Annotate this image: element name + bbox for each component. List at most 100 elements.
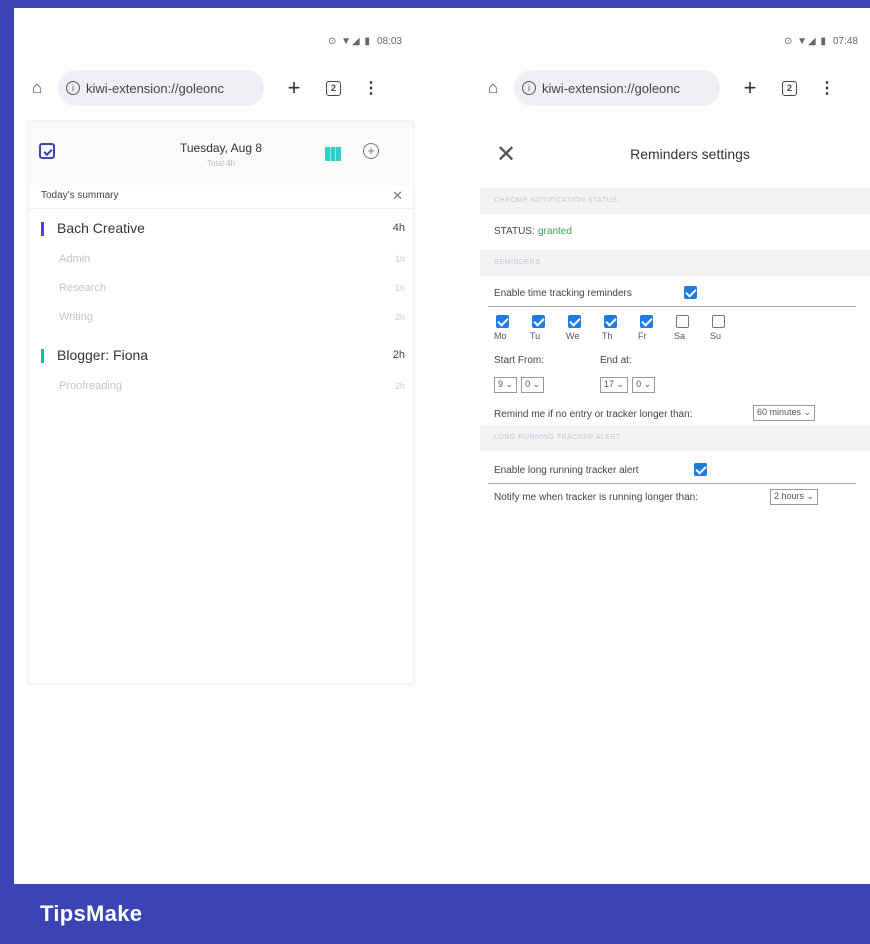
task-row[interactable]: Proofreading 2h xyxy=(29,372,413,401)
status-row: STATUS: granted xyxy=(480,214,870,250)
project-row[interactable]: Blogger: Fiona 2h xyxy=(29,342,413,372)
day-checkbox[interactable] xyxy=(640,315,653,328)
close-icon[interactable]: ✕ xyxy=(392,188,403,204)
enable-reminders-row: Enable time tracking reminders xyxy=(480,276,870,306)
section-title: Reminders xyxy=(494,259,541,266)
notify-label: Notify me when tracker is running longer… xyxy=(494,492,698,503)
total-time: Total 4h xyxy=(206,159,236,168)
current-date[interactable]: Tuesday, Aug 8 xyxy=(29,141,413,155)
tab-switcher-button[interactable]: 2 xyxy=(782,80,797,96)
day-label: Fr xyxy=(638,331,647,341)
task-row[interactable]: Admin 1h xyxy=(29,245,413,274)
info-icon[interactable]: i xyxy=(66,81,80,95)
select-value: 60 minutes xyxy=(757,407,802,417)
notify-row: Notify me when tracker is running longer… xyxy=(480,484,870,510)
section-header-long-running: Long running tracker alert xyxy=(480,425,870,451)
day-label: We xyxy=(566,331,580,341)
end-hour-select[interactable]: 17 ⌄ xyxy=(600,377,629,393)
section-title: Chrome notification status xyxy=(494,197,618,204)
day-label: Mo xyxy=(494,331,507,341)
select-value: 0 xyxy=(636,379,642,389)
project-color-bar xyxy=(41,349,44,363)
project-name: Blogger: Fiona xyxy=(57,347,149,363)
status-bar: ⊙ ▼◢ ▮ 07:48 xyxy=(784,36,858,47)
status-time: 08:03 xyxy=(376,36,402,47)
project-name: Bach Creative xyxy=(57,220,145,236)
day-we[interactable]: We xyxy=(566,315,602,341)
day-fr[interactable]: Fr xyxy=(638,315,674,341)
end-minute-select[interactable]: 0 ⌄ xyxy=(632,377,656,393)
weekday-row: Mo Tu We Th Fr Sa Su xyxy=(480,307,870,349)
status-icons: ⊙ ▼◢ ▮ xyxy=(327,36,371,47)
enable-alert-checkbox[interactable] xyxy=(694,463,707,476)
task-hours: 2h xyxy=(394,312,405,322)
home-icon[interactable]: ⌂ xyxy=(24,78,50,98)
new-tab-button[interactable]: + xyxy=(284,75,304,101)
start-hour-select[interactable]: 9 ⌄ xyxy=(494,377,518,393)
select-value: 0 xyxy=(525,379,531,389)
tab-switcher-button[interactable]: 2 xyxy=(326,80,341,96)
address-bar[interactable]: i kiwi-extension://goleonc xyxy=(58,70,264,106)
day-sa[interactable]: Sa xyxy=(674,315,710,341)
day-checkbox[interactable] xyxy=(496,315,509,328)
status-time: 07:48 xyxy=(832,36,858,47)
enable-reminders-label: Enable time tracking reminders xyxy=(494,288,632,299)
status-value: granted xyxy=(538,226,572,237)
day-label: Th xyxy=(602,331,613,341)
time-tracker-panel: Tuesday, Aug 8 Total 4h + Today's summar… xyxy=(28,120,414,684)
task-row[interactable]: Writing 2h xyxy=(29,303,413,332)
select-value: 17 xyxy=(604,379,615,389)
time-labels-row: Start From: End at: xyxy=(480,349,870,371)
url-text: kiwi-extension://goleonc xyxy=(542,80,681,96)
status-label: STATUS: xyxy=(494,226,535,237)
day-tu[interactable]: Tu xyxy=(530,315,566,341)
day-checkbox[interactable] xyxy=(568,315,581,328)
home-icon[interactable]: ⌂ xyxy=(480,78,506,98)
start-from-label: Start From: xyxy=(494,355,545,366)
start-time-group: 9 ⌄ 0 ⌄ xyxy=(494,377,548,393)
add-entry-icon[interactable]: + xyxy=(363,143,379,159)
day-checkbox[interactable] xyxy=(676,315,689,328)
day-th[interactable]: Th xyxy=(602,315,638,341)
day-header: Tuesday, Aug 8 Total 4h + xyxy=(29,121,413,185)
day-label: Su xyxy=(710,331,722,341)
enable-alert-row: Enable long running tracker alert xyxy=(480,451,870,483)
info-icon[interactable]: i xyxy=(522,81,536,95)
enable-reminders-checkbox[interactable] xyxy=(684,286,697,299)
right-phone-screen: ⊙ ▼◢ ▮ 07:48 ⌂ i kiwi-extension://goleon… xyxy=(470,8,870,884)
summary-bar: Today's summary ✕ xyxy=(29,185,413,209)
task-name: Proofreading xyxy=(59,380,122,392)
day-checkbox[interactable] xyxy=(532,315,545,328)
screenshot-frame: ⊙ ▼◢ ▮ 08:03 ⌂ i kiwi-extension://goleon… xyxy=(14,8,870,884)
task-hours: 2h xyxy=(394,381,405,391)
url-text: kiwi-extension://goleonc xyxy=(86,80,225,96)
project-row[interactable]: Bach Creative 4h xyxy=(29,215,413,245)
address-bar[interactable]: i kiwi-extension://goleonc xyxy=(514,70,720,106)
new-tab-button[interactable]: + xyxy=(740,75,760,101)
day-su[interactable]: Su xyxy=(710,315,746,341)
time-selects-row: 9 ⌄ 0 ⌄ 17 ⌄ 0 ⌄ xyxy=(480,371,870,399)
day-checkbox[interactable] xyxy=(604,315,617,328)
day-label: Sa xyxy=(674,331,686,341)
summary-title: Today's summary xyxy=(41,190,119,201)
status-icons: ⊙ ▼◢ ▮ xyxy=(783,36,827,47)
menu-icon[interactable]: ⋮ xyxy=(819,78,835,98)
remind-duration-select[interactable]: 60 minutes ⌄ xyxy=(753,405,816,421)
project-hours: 2h xyxy=(392,349,405,361)
day-mo[interactable]: Mo xyxy=(494,315,530,341)
end-time-group: 17 ⌄ 0 ⌄ xyxy=(600,377,659,393)
project-hours: 4h xyxy=(392,222,405,234)
remind-row: Remind me if no entry or tracker longer … xyxy=(480,399,870,425)
page-title: Reminders settings xyxy=(630,146,750,162)
footer-banner: TipsMake xyxy=(0,884,870,944)
notify-duration-select[interactable]: 2 hours ⌄ xyxy=(770,489,819,505)
select-value: 2 hours xyxy=(774,491,805,501)
menu-icon[interactable]: ⋮ xyxy=(363,78,379,98)
day-checkbox[interactable] xyxy=(712,315,725,328)
timesheet-grid-icon[interactable] xyxy=(325,147,341,161)
start-minute-select[interactable]: 0 ⌄ xyxy=(521,377,545,393)
browser-toolbar: ⌂ i kiwi-extension://goleonc + 2 ⋮ xyxy=(24,70,404,106)
select-value: 9 xyxy=(498,379,504,389)
section-header-notification: Chrome notification status xyxy=(480,188,870,214)
task-row[interactable]: Research 1h xyxy=(29,274,413,303)
